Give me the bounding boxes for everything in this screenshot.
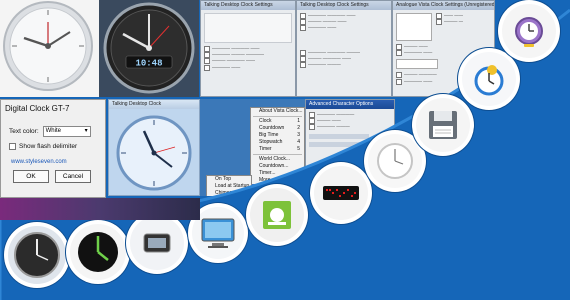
dialog-title: Digital Clock GT-7 [5,104,70,113]
app-circle-green-screen[interactable] [246,184,308,246]
app-circle-alarm-clock[interactable] [498,0,560,62]
context-submenu[interactable]: On Top Load at Startup Chimes [206,175,252,196]
digital-box-icon [143,233,171,253]
app-circle-save[interactable] [412,94,474,156]
settings-window-a[interactable]: Talking Desktop Clock Settings ———— ————… [200,0,296,97]
text-color-label: Text color: [9,128,39,135]
flash-delimiter-checkbox[interactable] [9,143,16,150]
menu-item-timer[interactable]: Timer 5 [251,146,304,153]
website-link[interactable]: www.styleseven.com [11,159,105,165]
talking-clock-window[interactable]: Talking Desktop Clock [108,99,200,196]
silver-clock-tile[interactable] [0,0,99,97]
app-circle-led-display[interactable] [310,162,372,224]
text-color-value: White [45,127,61,134]
alarm-clock-icon [515,17,543,47]
submenu-item-load-startup[interactable]: Load at Startup [207,183,251,190]
cancel-button[interactable]: Cancel [55,170,91,183]
submenu-item-on-top[interactable]: On Top [207,176,251,183]
dark-clock-tile[interactable]: 10:48 [99,0,199,97]
submenu-item-chimes[interactable]: Chimes [207,190,251,196]
dark-clock-icon: 10:48 [103,2,195,94]
white-clock-icon [377,143,413,179]
desktop-strip [0,198,200,220]
talking-clock-title: Talking Desktop Clock [109,100,199,109]
context-menu[interactable]: About Vista Clock... Clock 1 Countdown 2 B… [250,107,305,193]
text-color-select[interactable]: White ▾ [42,126,91,137]
led-readout: 10:48 [135,59,162,69]
blue-clock-icon [116,115,192,191]
menu-item-countdown-dialog[interactable]: Countdown... [251,163,304,170]
menu-item-countdown[interactable]: Countdown 2 [251,125,304,132]
settings-window-b-title: Talking Desktop Clock Settings [297,1,391,10]
app-circle-stopwatch[interactable] [458,48,520,110]
app-circle-green-clock[interactable] [66,220,130,284]
green-hands-clock-icon [78,232,118,272]
app-circle-clock-dark[interactable] [4,222,70,288]
menu-item-timer-dialog[interactable]: Timer... [251,170,304,177]
context-menu-tile[interactable]: About Vista Clock... Clock 1 Countdown 2 B… [200,99,305,196]
menu-item-big-time[interactable]: Big Time 3 [251,132,304,139]
app-circle-digital-box[interactable] [126,212,188,274]
settings-window-c-title: Analogue Vista Clock Settings (Unregiste… [393,1,494,10]
led-display-icon [323,186,359,200]
flash-delimiter-label: Show flash delimiter [19,143,78,150]
menu-item-more[interactable]: More [251,177,304,184]
menu-item-about[interactable]: About Vista Clock... [251,108,304,115]
silver-clock-icon [3,1,93,91]
menu-item-clock[interactable]: Clock 1 [251,118,304,125]
stopwatch-icon [474,65,504,96]
digital-clock-dialog[interactable]: Digital Clock GT-7 Text color: White ▾ S… [0,99,106,198]
settings-window-a-title: Talking Desktop Clock Settings [201,1,295,10]
settings-window-d-title: Advanced Character Options [306,100,394,109]
menu-item-world-clock[interactable]: World Clock... [251,156,304,163]
floppy-disk-icon [429,111,457,139]
chevron-down-icon: ▾ [84,128,88,134]
settings-window-b[interactable]: Talking Desktop Clock Settings ———— ————… [296,0,392,97]
ok-button[interactable]: OK [13,170,49,183]
menu-item-stopwatch[interactable]: Stopwatch 4 [251,139,304,146]
green-screen-icon [263,201,291,229]
analog-clock-icon [14,232,60,278]
